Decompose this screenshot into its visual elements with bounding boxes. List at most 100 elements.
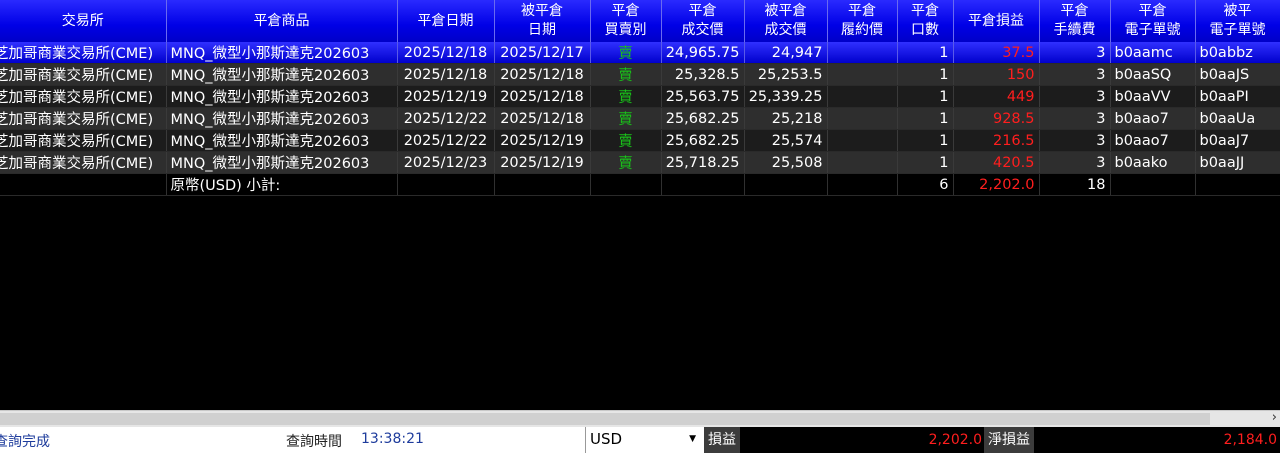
column-header-fee[interactable]: 平倉 手續費 xyxy=(1039,0,1111,42)
cell-order-no: b0aao7 xyxy=(1110,129,1196,152)
cell-product: MNQ_微型小那斯達克202603 xyxy=(166,42,398,64)
scroll-right-icon[interactable]: › xyxy=(1272,410,1277,425)
column-header-exchange[interactable]: 交易所 xyxy=(0,0,167,42)
column-header-closed-price[interactable]: 被平倉 成交價 xyxy=(744,0,828,42)
cell-close-price: 24,965.75 xyxy=(661,42,745,64)
cell-qty: 1 xyxy=(897,42,954,64)
cell-order-no: b0aaVV xyxy=(1110,85,1196,108)
subtotal-empty-cell xyxy=(827,173,898,196)
cell-pnl: 928.5 xyxy=(953,107,1040,130)
subtotal-fee: 18 xyxy=(1039,173,1111,196)
table-row[interactable]: 芝加哥商業交易所(CME) MNQ_微型小那斯達克202603 2025/12/23… xyxy=(0,151,1280,174)
table-row[interactable]: 芝加哥商業交易所(CME) MNQ_微型小那斯達克202603 2025/12/18… xyxy=(0,63,1280,86)
cell-closed-date: 2025/12/19 xyxy=(494,129,591,152)
cell-exchange: 芝加哥商業交易所(CME) xyxy=(0,129,167,152)
cell-closed-order-no: b0abbz xyxy=(1195,42,1280,64)
pnl-value: 2,202.0 xyxy=(928,432,982,448)
cell-closed-price: 25,218 xyxy=(744,107,828,130)
cell-closed-price: 25,339.25 xyxy=(744,85,828,108)
cell-strike xyxy=(827,85,898,108)
subtotal-empty-cell xyxy=(661,173,745,196)
cell-product: MNQ_微型小那斯達克202603 xyxy=(166,151,398,174)
table-row[interactable]: 芝加哥商業交易所(CME) MNQ_微型小那斯達克202603 2025/12/18… xyxy=(0,42,1280,64)
cell-exchange: 芝加哥商業交易所(CME) xyxy=(0,42,167,64)
cell-product: MNQ_微型小那斯達克202603 xyxy=(166,129,398,152)
cell-qty: 1 xyxy=(897,85,954,108)
cell-exchange: 芝加哥商業交易所(CME) xyxy=(0,151,167,174)
cell-close-price: 25,682.25 xyxy=(661,129,745,152)
cell-order-no: b0aaSQ xyxy=(1110,63,1196,86)
currency-select[interactable]: USD ▼ xyxy=(585,427,704,453)
cell-close-date: 2025/12/18 xyxy=(397,42,495,64)
cell-strike xyxy=(827,63,898,86)
cell-close-date: 2025/12/22 xyxy=(397,107,495,130)
cell-strike xyxy=(827,42,898,64)
cell-strike xyxy=(827,107,898,130)
cell-strike xyxy=(827,129,898,152)
cell-exchange: 芝加哥商業交易所(CME) xyxy=(0,63,167,86)
column-header-side[interactable]: 平倉 買賣別 xyxy=(590,0,662,42)
cell-pnl: 449 xyxy=(953,85,1040,108)
table-row[interactable]: 芝加哥商業交易所(CME) MNQ_微型小那斯達克202603 2025/12/22… xyxy=(0,129,1280,152)
status-bar: 查詢完成 查詢時間 13:38:21 USD ▼ 損益 2,202.0 淨損益 … xyxy=(0,427,1280,453)
cell-closed-date: 2025/12/18 xyxy=(494,63,591,86)
cell-closed-order-no: b0aaJ7 xyxy=(1195,129,1280,152)
cell-qty: 1 xyxy=(897,151,954,174)
cell-order-no: b0aamc xyxy=(1110,42,1196,64)
chevron-down-icon[interactable]: ▼ xyxy=(689,434,696,444)
subtotal-empty-cell xyxy=(1195,173,1280,196)
table-row[interactable]: 芝加哥商業交易所(CME) MNQ_微型小那斯達克202603 2025/12/19… xyxy=(0,85,1280,108)
cell-closed-date: 2025/12/18 xyxy=(494,85,591,108)
scrollbar-thumb[interactable] xyxy=(0,413,1210,425)
net-pnl-value: 2,184.0 xyxy=(1223,432,1277,448)
table-row[interactable]: 芝加哥商業交易所(CME) MNQ_微型小那斯達克202603 2025/12/22… xyxy=(0,107,1280,130)
column-header-close-price[interactable]: 平倉 成交價 xyxy=(661,0,745,42)
cell-qty: 1 xyxy=(897,129,954,152)
cell-closed-price: 25,574 xyxy=(744,129,828,152)
column-header-order-no[interactable]: 平倉 電子單號 xyxy=(1110,0,1196,42)
cell-pnl: 420.5 xyxy=(953,151,1040,174)
cell-closed-order-no: b0aaPI xyxy=(1195,85,1280,108)
cell-exchange: 芝加哥商業交易所(CME) xyxy=(0,85,167,108)
cell-product: MNQ_微型小那斯達克202603 xyxy=(166,63,398,86)
cell-pnl: 150 xyxy=(953,63,1040,86)
column-header-closed-order-no[interactable]: 被平 電子單號 xyxy=(1195,0,1280,42)
column-header-qty[interactable]: 平倉 口數 xyxy=(897,0,954,42)
cell-side: 賣 xyxy=(590,107,662,130)
cell-close-date: 2025/12/22 xyxy=(397,129,495,152)
column-header-strike[interactable]: 平倉 履約價 xyxy=(827,0,898,42)
column-header-close-date[interactable]: 平倉日期 xyxy=(397,0,495,42)
horizontal-scrollbar[interactable]: › xyxy=(0,410,1280,427)
cell-close-price: 25,718.25 xyxy=(661,151,745,174)
subtotal-empty-cell xyxy=(1110,173,1196,196)
subtotal-empty-cell xyxy=(0,173,167,196)
subtotal-empty-cell xyxy=(397,173,495,196)
cell-side: 賣 xyxy=(590,85,662,108)
column-header-pnl[interactable]: 平倉損益 xyxy=(953,0,1040,42)
cell-side: 賣 xyxy=(590,42,662,64)
column-header-product[interactable]: 平倉商品 xyxy=(166,0,398,42)
cell-order-no: b0aako xyxy=(1110,151,1196,174)
query-time-value: 13:38:21 xyxy=(361,431,424,447)
cell-order-no: b0aao7 xyxy=(1110,107,1196,130)
subtotal-row: 原幣(USD) 小計: 6 2,202.0 18 xyxy=(0,173,1280,196)
subtotal-product: 原幣(USD) 小計: xyxy=(166,173,398,196)
column-header-closed-date[interactable]: 被平倉 日期 xyxy=(494,0,591,42)
cell-fee: 3 xyxy=(1039,129,1111,152)
cell-side: 賣 xyxy=(590,129,662,152)
cell-qty: 1 xyxy=(897,107,954,130)
pnl-label: 損益 xyxy=(704,427,740,453)
cell-close-date: 2025/12/19 xyxy=(397,85,495,108)
cell-fee: 3 xyxy=(1039,42,1111,64)
cell-closed-order-no: b0aaJJ xyxy=(1195,151,1280,174)
status-message: 查詢完成 xyxy=(0,434,50,450)
closed-positions-grid: 交易所 平倉商品 平倉日期 被平倉 日期 平倉 買賣別 平倉 成交價 被平倉 成交價 平倉 履… xyxy=(0,0,1280,410)
cell-close-date: 2025/12/23 xyxy=(397,151,495,174)
cell-close-price: 25,563.75 xyxy=(661,85,745,108)
cell-side: 賣 xyxy=(590,151,662,174)
cell-pnl: 216.5 xyxy=(953,129,1040,152)
cell-close-date: 2025/12/18 xyxy=(397,63,495,86)
subtotal-empty-cell xyxy=(744,173,828,196)
cell-closed-date: 2025/12/19 xyxy=(494,151,591,174)
cell-side: 賣 xyxy=(590,63,662,86)
